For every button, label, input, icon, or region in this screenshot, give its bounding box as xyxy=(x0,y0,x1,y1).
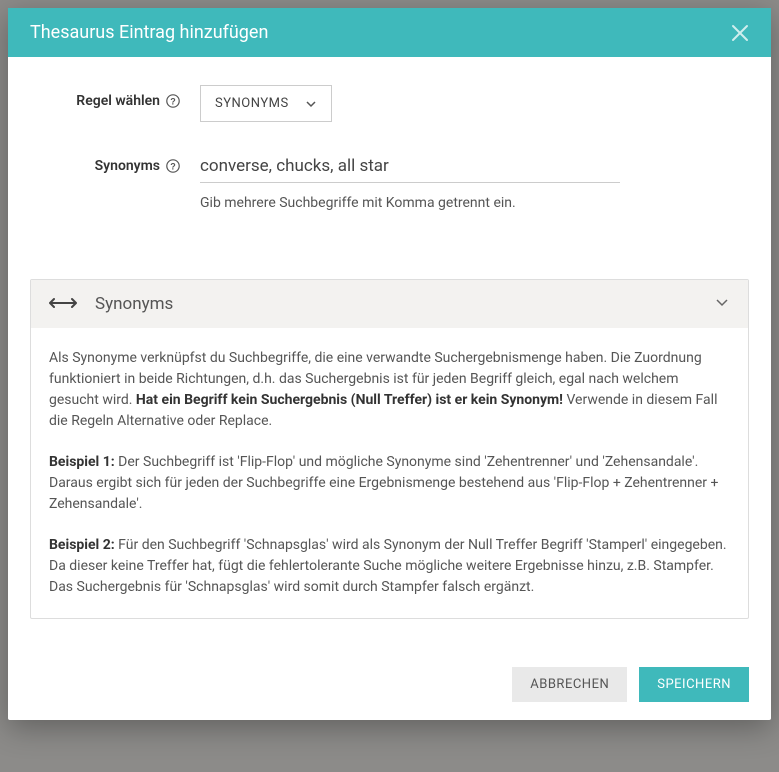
chevron-down-icon xyxy=(305,98,317,110)
form-label-synonyms: Synonyms ? xyxy=(30,150,200,174)
svg-text:?: ? xyxy=(170,96,176,106)
modal-body: Regel wählen ? SYNONYMS Synonyms ? Gib m… xyxy=(8,57,771,249)
info-paragraph-1: Als Synonyme verknüpfst du Suchbegriffe,… xyxy=(49,348,730,432)
info-p2-text: Der Suchbegriff ist 'Flip-Flop' und mögl… xyxy=(49,454,718,512)
rule-select[interactable]: SYNONYMS xyxy=(200,85,332,122)
save-button[interactable]: SPEICHERN xyxy=(639,667,749,702)
info-p3-text: Für den Suchbegriff 'Schnapsglas' wird a… xyxy=(49,537,727,595)
info-p1-bold: Hat ein Begriff kein Suchergebnis (Null … xyxy=(136,392,563,408)
close-icon xyxy=(731,24,749,42)
chevron-down-icon xyxy=(714,294,730,314)
modal-title: Thesaurus Eintrag hinzufügen xyxy=(30,22,268,43)
modal-dialog: Thesaurus Eintrag hinzufügen Regel wähle… xyxy=(8,8,771,720)
rule-select-value: SYNONYMS xyxy=(215,96,289,111)
info-panel-header[interactable]: Synonyms xyxy=(31,280,748,328)
help-icon[interactable]: ? xyxy=(166,159,180,173)
modal-header: Thesaurus Eintrag hinzufügen xyxy=(8,8,771,57)
synonyms-hint: Gib mehrere Suchbegriffe mit Komma getre… xyxy=(200,195,620,211)
form-row-rule: Regel wählen ? SYNONYMS xyxy=(30,85,749,122)
synonyms-input[interactable] xyxy=(200,150,620,183)
synonyms-label-text: Synonyms xyxy=(95,158,160,174)
modal-footer: ABBRECHEN SPEICHERN xyxy=(8,619,771,720)
info-panel-body: Als Synonyme verknüpfst du Suchbegriffe,… xyxy=(31,328,748,618)
rule-label-text: Regel wählen xyxy=(76,93,160,109)
info-panel: Synonyms Als Synonyme verknüpfst du Such… xyxy=(30,279,749,619)
arrows-horizontal-icon xyxy=(49,295,77,314)
cancel-button[interactable]: ABBRECHEN xyxy=(512,667,627,702)
synonyms-input-area: Gib mehrere Suchbegriffe mit Komma getre… xyxy=(200,150,620,211)
svg-text:?: ? xyxy=(170,161,176,171)
info-paragraph-3: Beispiel 2: Für den Suchbegriff 'Schnaps… xyxy=(49,535,730,598)
info-panel-title: Synonyms xyxy=(95,294,173,314)
info-paragraph-2: Beispiel 1: Der Suchbegriff ist 'Flip-Fl… xyxy=(49,452,730,515)
help-icon[interactable]: ? xyxy=(166,94,180,108)
info-p3-label: Beispiel 2: xyxy=(49,537,115,553)
info-header-left: Synonyms xyxy=(49,294,173,314)
close-button[interactable] xyxy=(731,24,749,42)
info-p2-label: Beispiel 1: xyxy=(49,454,115,470)
form-label-rule: Regel wählen ? xyxy=(30,85,200,109)
form-row-synonyms: Synonyms ? Gib mehrere Suchbegriffe mit … xyxy=(30,150,749,211)
